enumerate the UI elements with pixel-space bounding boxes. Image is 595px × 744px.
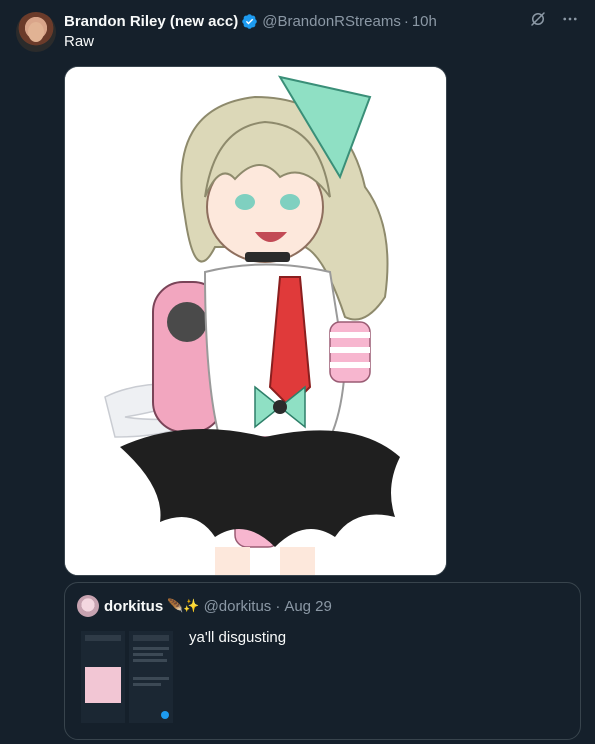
tweet[interactable]: Brandon Riley (new acc) @BrandonRStreams… [0, 0, 595, 744]
tweet-text: Raw [64, 33, 95, 50]
tweet-header: Brandon Riley (new acc) @BrandonRStreams… [64, 10, 579, 32]
screenshot-thumbnail-image [77, 627, 177, 727]
quoted-author-emoji: 🪶✨ [167, 598, 200, 613]
avatar-face [28, 22, 44, 42]
quoted-author-display-name[interactable]: dorkitus [104, 598, 163, 615]
separator-dot: · [275, 597, 281, 615]
author-avatar[interactable] [16, 12, 56, 52]
quoted-author-handle[interactable]: @dorkitus [204, 598, 272, 615]
header-actions [529, 10, 579, 28]
tweet-time[interactable]: 10h [412, 13, 437, 30]
quoted-tweet-text: ya'll disgusting [189, 629, 287, 646]
quoted-tweet-header: dorkitus 🪶✨ @dorkitus · Aug 29 [77, 595, 332, 617]
grok-icon[interactable] [529, 10, 547, 28]
quoted-tweet-thumbnail[interactable] [77, 627, 177, 727]
author-handle[interactable]: @BrandonRStreams [262, 13, 401, 30]
separator-dot: · [403, 12, 409, 30]
tweet-media-image[interactable] [64, 66, 447, 576]
quoted-tweet[interactable]: dorkitus 🪶✨ @dorkitus · Aug 29 ya'll dis… [64, 582, 581, 740]
quoted-author-avatar[interactable] [77, 595, 99, 617]
quoted-tweet-time[interactable]: Aug 29 [284, 598, 332, 615]
anime-girl-illustration [65, 67, 446, 575]
more-icon[interactable] [561, 10, 579, 28]
author-display-name[interactable]: Brandon Riley (new acc) [64, 13, 238, 30]
verified-badge-icon [241, 13, 258, 30]
